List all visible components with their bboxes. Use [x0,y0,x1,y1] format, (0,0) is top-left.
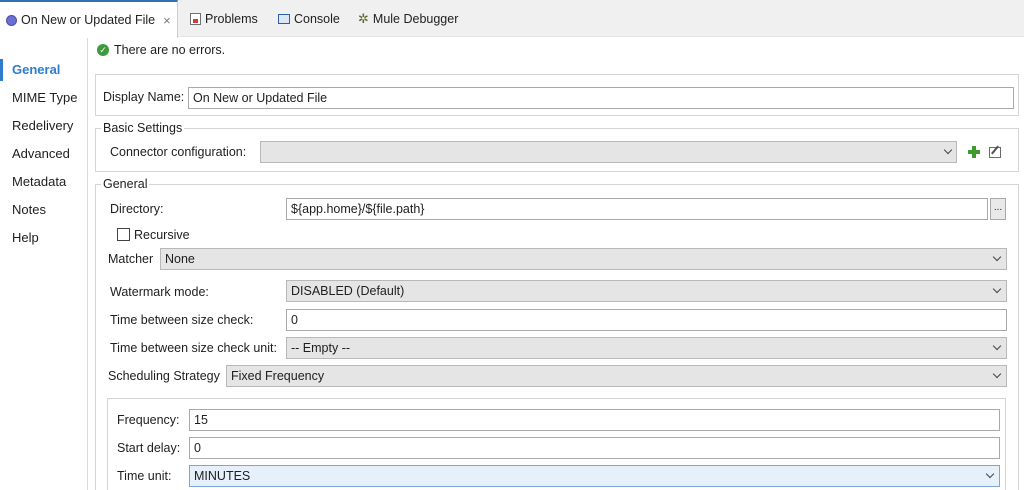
matcher-select[interactable]: None [160,248,1007,270]
flow-icon [6,14,17,26]
browse-directory-button[interactable]: ... [990,198,1006,220]
sidenav-item-help[interactable]: Help [0,227,88,249]
scheduling-strategy-value: Fixed Frequency [231,369,325,383]
tab-label: Problems [205,11,258,26]
tab-problems[interactable]: Problems [190,0,258,37]
display-name-panel: Display Name: On New or Updated File [95,74,1019,116]
chevron-down-icon [992,284,1002,294]
tab-label: Mule Debugger [372,11,459,26]
size-check-unit-label: Time between size check unit: [110,341,277,355]
recursive-label: Recursive [134,228,190,242]
problems-icon [190,12,201,25]
directory-input[interactable]: ${app.home}/${file.path} [286,198,988,220]
sidenav-item-mime-type[interactable]: MIME Type [0,87,88,109]
debugger-icon: ✲ [358,11,369,26]
recursive-checkbox[interactable] [117,228,130,241]
directory-label: Directory: [110,202,164,216]
console-icon [278,13,290,24]
watermark-mode-select[interactable]: DISABLED (Default) [286,280,1007,302]
validation-status: ✓ There are no errors. [97,41,225,59]
sidenav-item-notes[interactable]: Notes [0,199,88,221]
edit-connector-icon[interactable] [989,147,1001,158]
connector-configuration-select[interactable] [260,141,957,163]
watermark-mode-label: Watermark mode: [110,285,209,299]
add-connector-icon[interactable] [968,146,980,158]
matcher-value: None [165,252,195,266]
basic-settings-title: Basic Settings [101,121,185,135]
time-unit-select[interactable]: MINUTES [189,465,1000,487]
time-unit-value: MINUTES [194,469,251,483]
tab-console[interactable]: Console [278,0,340,37]
sidenav-item-advanced[interactable]: Advanced [0,143,88,165]
sidenav-item-general[interactable]: General [0,59,88,81]
frequency-label: Frequency: [117,413,180,427]
size-check-input[interactable]: 0 [286,309,1007,331]
close-icon[interactable]: × [163,13,171,28]
chevron-down-icon [992,369,1002,379]
tab-label: On New or Updated File [21,13,156,27]
chevron-down-icon [992,252,1002,262]
size-check-unit-value: -- Empty -- [291,341,351,355]
connector-configuration-label: Connector configuration: [110,145,247,159]
tab-on-new-or-updated-file[interactable]: On New or Updated File × [0,0,178,38]
matcher-label: Matcher [108,252,154,266]
status-message: There are no errors. [114,43,226,57]
scheduling-strategy-select[interactable]: Fixed Frequency [226,365,1007,387]
scheduling-strategy-label: Scheduling Strategy [108,369,220,383]
tab-mule-debugger[interactable]: ✲ Mule Debugger [358,0,458,37]
size-check-unit-select[interactable]: -- Empty -- [286,337,1007,359]
display-name-label: Display Name: [103,90,185,104]
watermark-mode-value: DISABLED (Default) [291,284,405,298]
sidenav-item-redelivery[interactable]: Redelivery [0,115,88,137]
size-check-label: Time between size check: [110,313,254,327]
display-name-input[interactable]: On New or Updated File [188,87,1014,109]
editor-tab-bar: On New or Updated File × Problems Consol… [0,0,1024,38]
start-delay-input[interactable]: 0 [189,437,1000,459]
time-unit-label: Time unit: [117,469,172,483]
frequency-input[interactable]: 15 [189,409,1000,431]
sidenav-item-metadata[interactable]: Metadata [0,171,88,193]
chevron-down-icon [985,469,995,479]
chevron-down-icon [992,341,1002,351]
start-delay-label: Start delay: [117,441,181,455]
tab-label: Console [294,11,340,26]
general-section-title: General [101,177,150,191]
properties-sidenav: General MIME Type Redelivery Advanced Me… [0,38,88,490]
ok-check-icon: ✓ [97,44,109,56]
